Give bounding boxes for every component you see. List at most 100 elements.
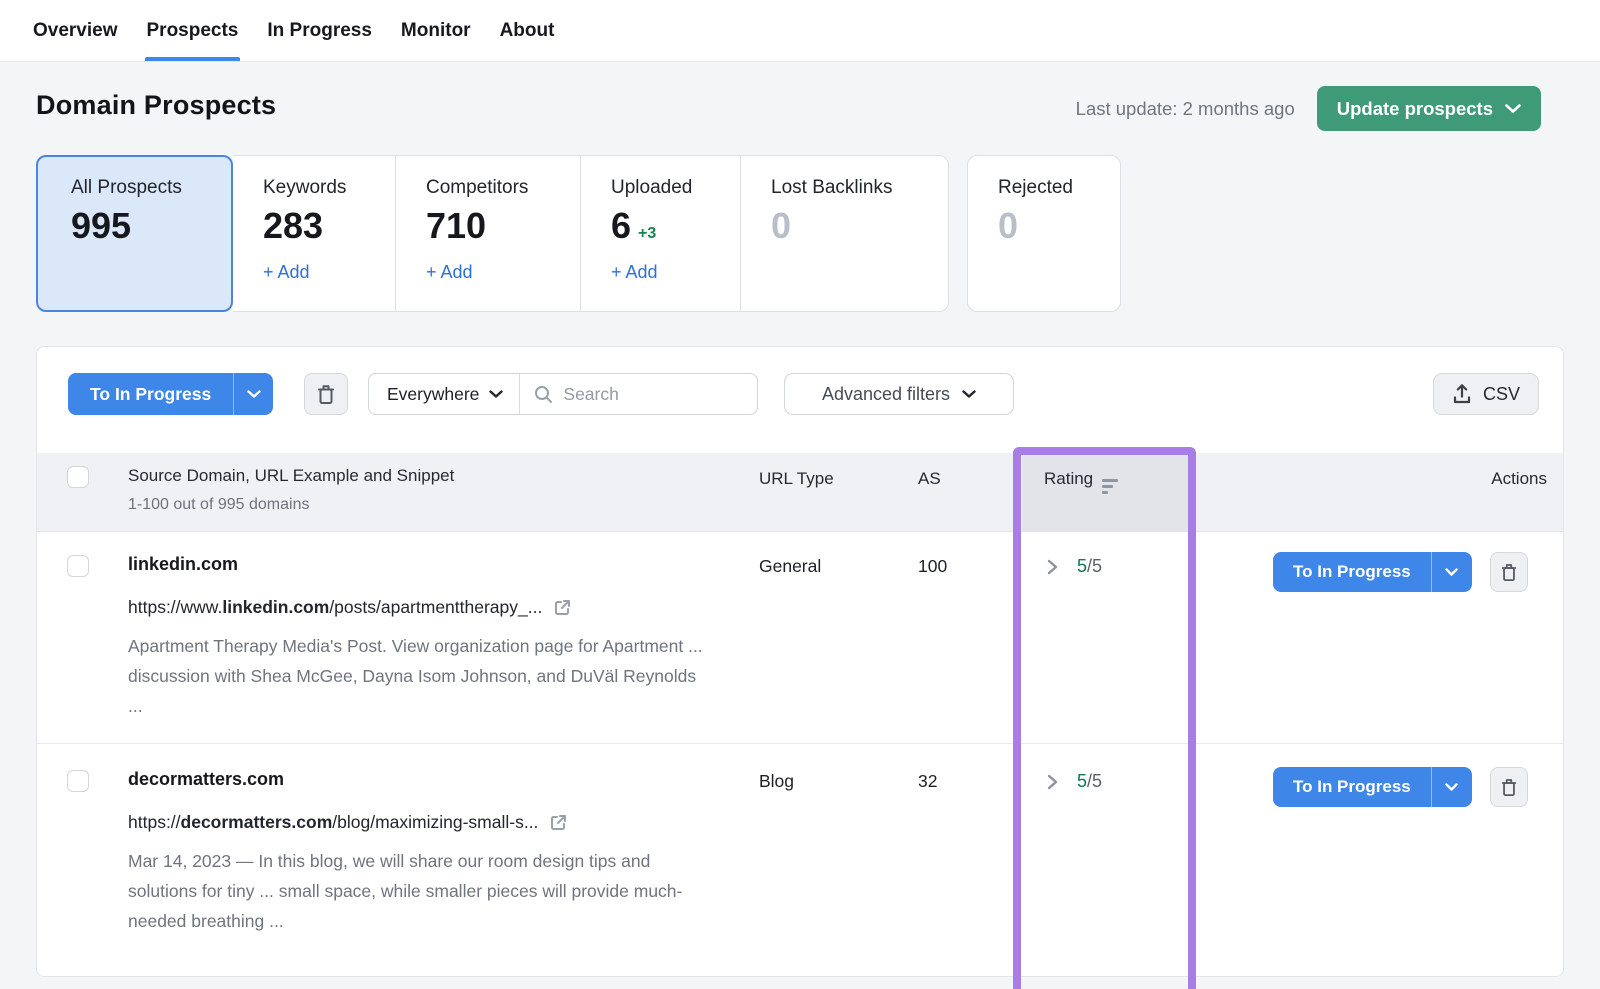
bulk-to-in-progress-button[interactable]: To In Progress — [68, 373, 274, 415]
add-competitors-link[interactable]: + Add — [426, 262, 473, 283]
scope-select[interactable]: Everywhere — [369, 374, 519, 414]
card-all-prospects[interactable]: All Prospects 995 — [36, 155, 233, 312]
card-competitors[interactable]: Competitors 710 + Add — [396, 155, 581, 312]
sort-descending-icon — [1102, 479, 1119, 494]
advanced-filters-button[interactable]: Advanced filters — [784, 373, 1014, 415]
row-domain[interactable]: decormatters.com — [128, 769, 284, 790]
row-as-score: 100 — [918, 556, 948, 576]
select-all-checkbox[interactable] — [67, 466, 89, 488]
csv-label: CSV — [1482, 383, 1520, 404]
search-input[interactable] — [563, 383, 724, 405]
delete-row-button[interactable] — [1489, 767, 1528, 807]
trash-icon — [318, 384, 334, 404]
row-domain[interactable]: linkedin.com — [128, 554, 238, 575]
top-nav: Overview Prospects In Progress Monitor A… — [0, 0, 1600, 62]
card-value: 6 — [611, 205, 632, 246]
update-prospects-label: Update prospects — [1336, 97, 1493, 119]
scope-label: Everywhere — [387, 383, 480, 404]
card-label: Competitors — [426, 177, 529, 198]
update-prospects-button[interactable]: Update prospects — [1316, 86, 1541, 131]
bulk-to-in-progress-label: To In Progress — [68, 373, 234, 415]
col-actions-header: Actions — [1491, 469, 1547, 488]
chevron-down-icon — [489, 389, 504, 398]
url-domain: decormatters.com — [180, 812, 333, 832]
chevron-down-icon — [247, 389, 261, 398]
rating-expand-chevron-icon[interactable] — [1047, 774, 1058, 790]
trash-icon — [1501, 563, 1516, 581]
rating-header-label: Rating — [1044, 469, 1094, 488]
trash-icon — [1501, 778, 1516, 796]
rating-score: 5 — [1077, 771, 1088, 791]
export-icon — [1453, 384, 1471, 404]
chevron-down-icon — [1445, 782, 1458, 791]
chevron-down-icon — [1505, 103, 1521, 113]
card-lost-backlinks[interactable]: Lost Backlinks 0 — [741, 155, 949, 312]
external-link-icon[interactable] — [553, 598, 572, 617]
row-as-score: 32 — [918, 771, 938, 791]
card-label: Rejected — [998, 177, 1073, 198]
row-url-type: General — [759, 556, 822, 576]
search-icon — [535, 385, 553, 403]
col-url-type-header[interactable]: URL Type — [759, 469, 834, 489]
col-rating-header[interactable]: Rating — [1044, 469, 1119, 494]
to-in-progress-button[interactable]: To In Progress — [1273, 552, 1472, 592]
add-keywords-link[interactable]: + Add — [263, 262, 310, 283]
row-checkbox[interactable] — [67, 770, 89, 792]
card-value: 995 — [71, 205, 132, 246]
page-title: Domain Prospects — [36, 90, 277, 120]
url-prefix: https:// — [128, 812, 181, 832]
col-as-header[interactable]: AS — [918, 469, 941, 489]
action-dropdown[interactable] — [1430, 767, 1472, 807]
last-update-text: Last update: 2 months ago — [1075, 97, 1295, 119]
domain-prospects-page: Overview Prospects In Progress Monitor A… — [0, 0, 1600, 989]
card-value: 0 — [998, 205, 1019, 246]
prospects-table-panel: To In Progress Everywhere Advanced filte… — [36, 346, 1564, 977]
card-value: 0 — [771, 205, 792, 246]
action-dropdown[interactable] — [1430, 552, 1472, 592]
url-domain: linkedin.com — [222, 597, 330, 617]
card-rejected[interactable]: Rejected 0 — [967, 155, 1121, 312]
chevron-down-icon — [1445, 567, 1458, 576]
advanced-filters-label: Advanced filters — [821, 383, 951, 404]
prospect-stat-cards: All Prospects 995 Keywords 283 + Add Com… — [36, 155, 1121, 312]
search-scope-group: Everywhere — [368, 373, 758, 415]
row-checkbox[interactable] — [67, 555, 89, 577]
col-source-header: Source Domain, URL Example and Snippet — [128, 466, 455, 485]
chevron-down-icon — [962, 389, 976, 398]
export-csv-button[interactable]: CSV — [1432, 373, 1539, 415]
table-row: decormatters.com https://decormatters.co… — [37, 743, 1563, 975]
url-prefix: https://www. — [128, 597, 223, 617]
bulk-delete-button[interactable] — [304, 373, 348, 415]
delete-row-button[interactable] — [1489, 552, 1528, 592]
row-rating: 5/5 — [1077, 771, 1102, 792]
rating-total: /5 — [1087, 556, 1103, 576]
card-uploaded[interactable]: Uploaded 6 +3 + Add — [581, 155, 741, 312]
url-path: /posts/apartmenttherapy_... — [329, 597, 543, 617]
card-label: Keywords — [263, 177, 347, 198]
to-in-progress-button[interactable]: To In Progress — [1273, 767, 1472, 807]
card-value: 710 — [426, 205, 487, 246]
row-snippet: Mar 14, 2023 — In this blog, we will sha… — [128, 851, 683, 931]
card-label: All Prospects — [71, 177, 182, 198]
tab-monitor[interactable]: Monitor — [401, 0, 471, 61]
row-url-type: Blog — [759, 771, 795, 791]
add-uploaded-link[interactable]: + Add — [611, 262, 658, 283]
external-link-icon[interactable] — [549, 813, 568, 832]
tab-about[interactable]: About — [500, 0, 555, 61]
tab-prospects[interactable]: Prospects — [144, 0, 241, 61]
row-url[interactable]: https://decormatters.com/blog/maximizing… — [128, 812, 568, 833]
tab-overview[interactable]: Overview — [33, 0, 118, 61]
rating-expand-chevron-icon[interactable] — [1047, 559, 1058, 575]
tab-in-progress[interactable]: In Progress — [267, 0, 372, 61]
to-in-progress-label: To In Progress — [1273, 767, 1431, 807]
rating-total: /5 — [1087, 771, 1103, 791]
card-label: Lost Backlinks — [771, 177, 893, 198]
row-url[interactable]: https://www.linkedin.com/posts/apartment… — [128, 597, 572, 618]
row-rating: 5/5 — [1077, 556, 1102, 577]
to-in-progress-label: To In Progress — [1273, 552, 1431, 592]
card-keywords[interactable]: Keywords 283 + Add — [233, 155, 396, 312]
card-value: 283 — [263, 205, 324, 246]
bulk-action-dropdown[interactable] — [233, 373, 274, 415]
table-row: linkedin.com https://www.linkedin.com/po… — [37, 532, 1563, 743]
card-label: Uploaded — [611, 177, 693, 198]
